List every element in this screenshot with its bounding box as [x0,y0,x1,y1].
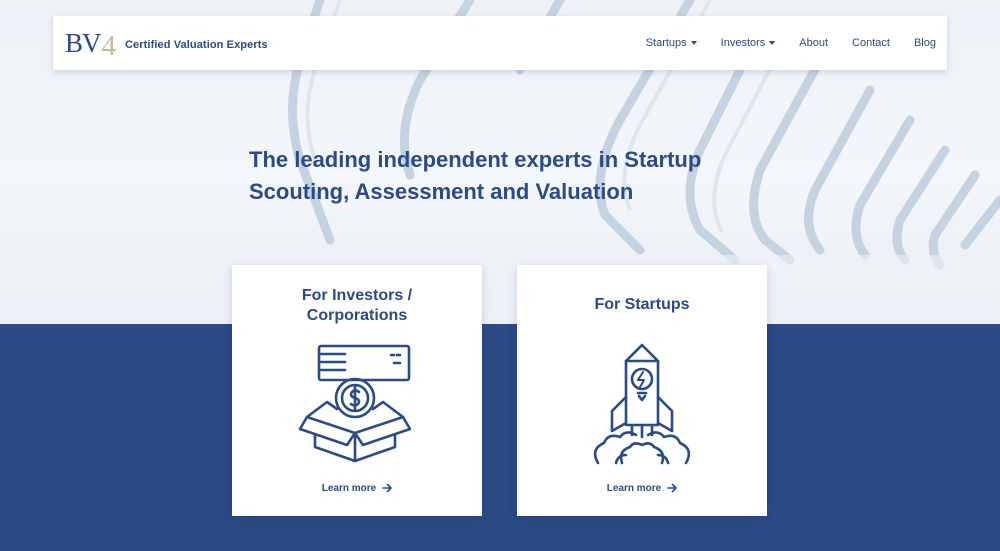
nav-item-label: Investors [720,37,766,49]
caret-down-icon [690,41,697,45]
nav-item-label: About [799,37,829,49]
rocket-icon [593,343,691,465]
nav-item-label: Startups [645,37,687,49]
nav-item-contact[interactable]: Contact [852,37,890,49]
arrow-right-icon [667,484,678,493]
logo-mark: BV [65,27,102,58]
hero-headline-line1: The leading independent experts in Start… [249,147,702,172]
nav-item-about[interactable]: About [799,37,828,49]
nav-item-label: Blog [913,37,936,49]
caret-down-icon [769,41,776,45]
hero-headline-line2: Scouting, Assessment and Valuation [249,179,634,204]
arrow-right-icon [382,484,393,493]
nav-links: Startups Investors About Contact Blog [622,16,936,70]
brand-logo[interactable]: BV 4 Certified Valuation Experts [65,26,268,62]
startups-card-title: For Startups [517,295,767,315]
card-title-line1: For Startups [594,296,690,313]
card-title-line1: For Investors / [301,287,413,304]
investors-card[interactable]: For Investors / Corporations Learn more [232,265,482,516]
startups-learn-more-link[interactable]: Learn more [517,483,767,494]
logo-mark-accent: 4 [101,29,117,62]
logo-tagline: Certified Valuation Experts [125,39,268,51]
top-navbar: BV 4 Certified Valuation Experts Startups… [53,16,947,70]
nav-item-investors[interactable]: Investors [721,37,776,49]
nav-item-blog[interactable]: Blog [914,37,936,49]
investors-learn-more-link[interactable]: Learn more [232,483,482,494]
investors-card-title: For Investors / Corporations [232,286,482,326]
nav-item-startups[interactable]: Startups [646,37,697,49]
blue-band [0,324,1000,551]
learn-more-label: Learn more [606,483,662,494]
hero-headline: The leading independent experts in Start… [249,144,769,208]
nav-item-label: Contact [852,37,890,49]
money-box-icon [298,344,412,463]
card-title-line2: Corporations [306,307,408,324]
learn-more-label: Learn more [321,483,377,494]
startups-card[interactable]: For Startups Learn more [517,265,767,516]
